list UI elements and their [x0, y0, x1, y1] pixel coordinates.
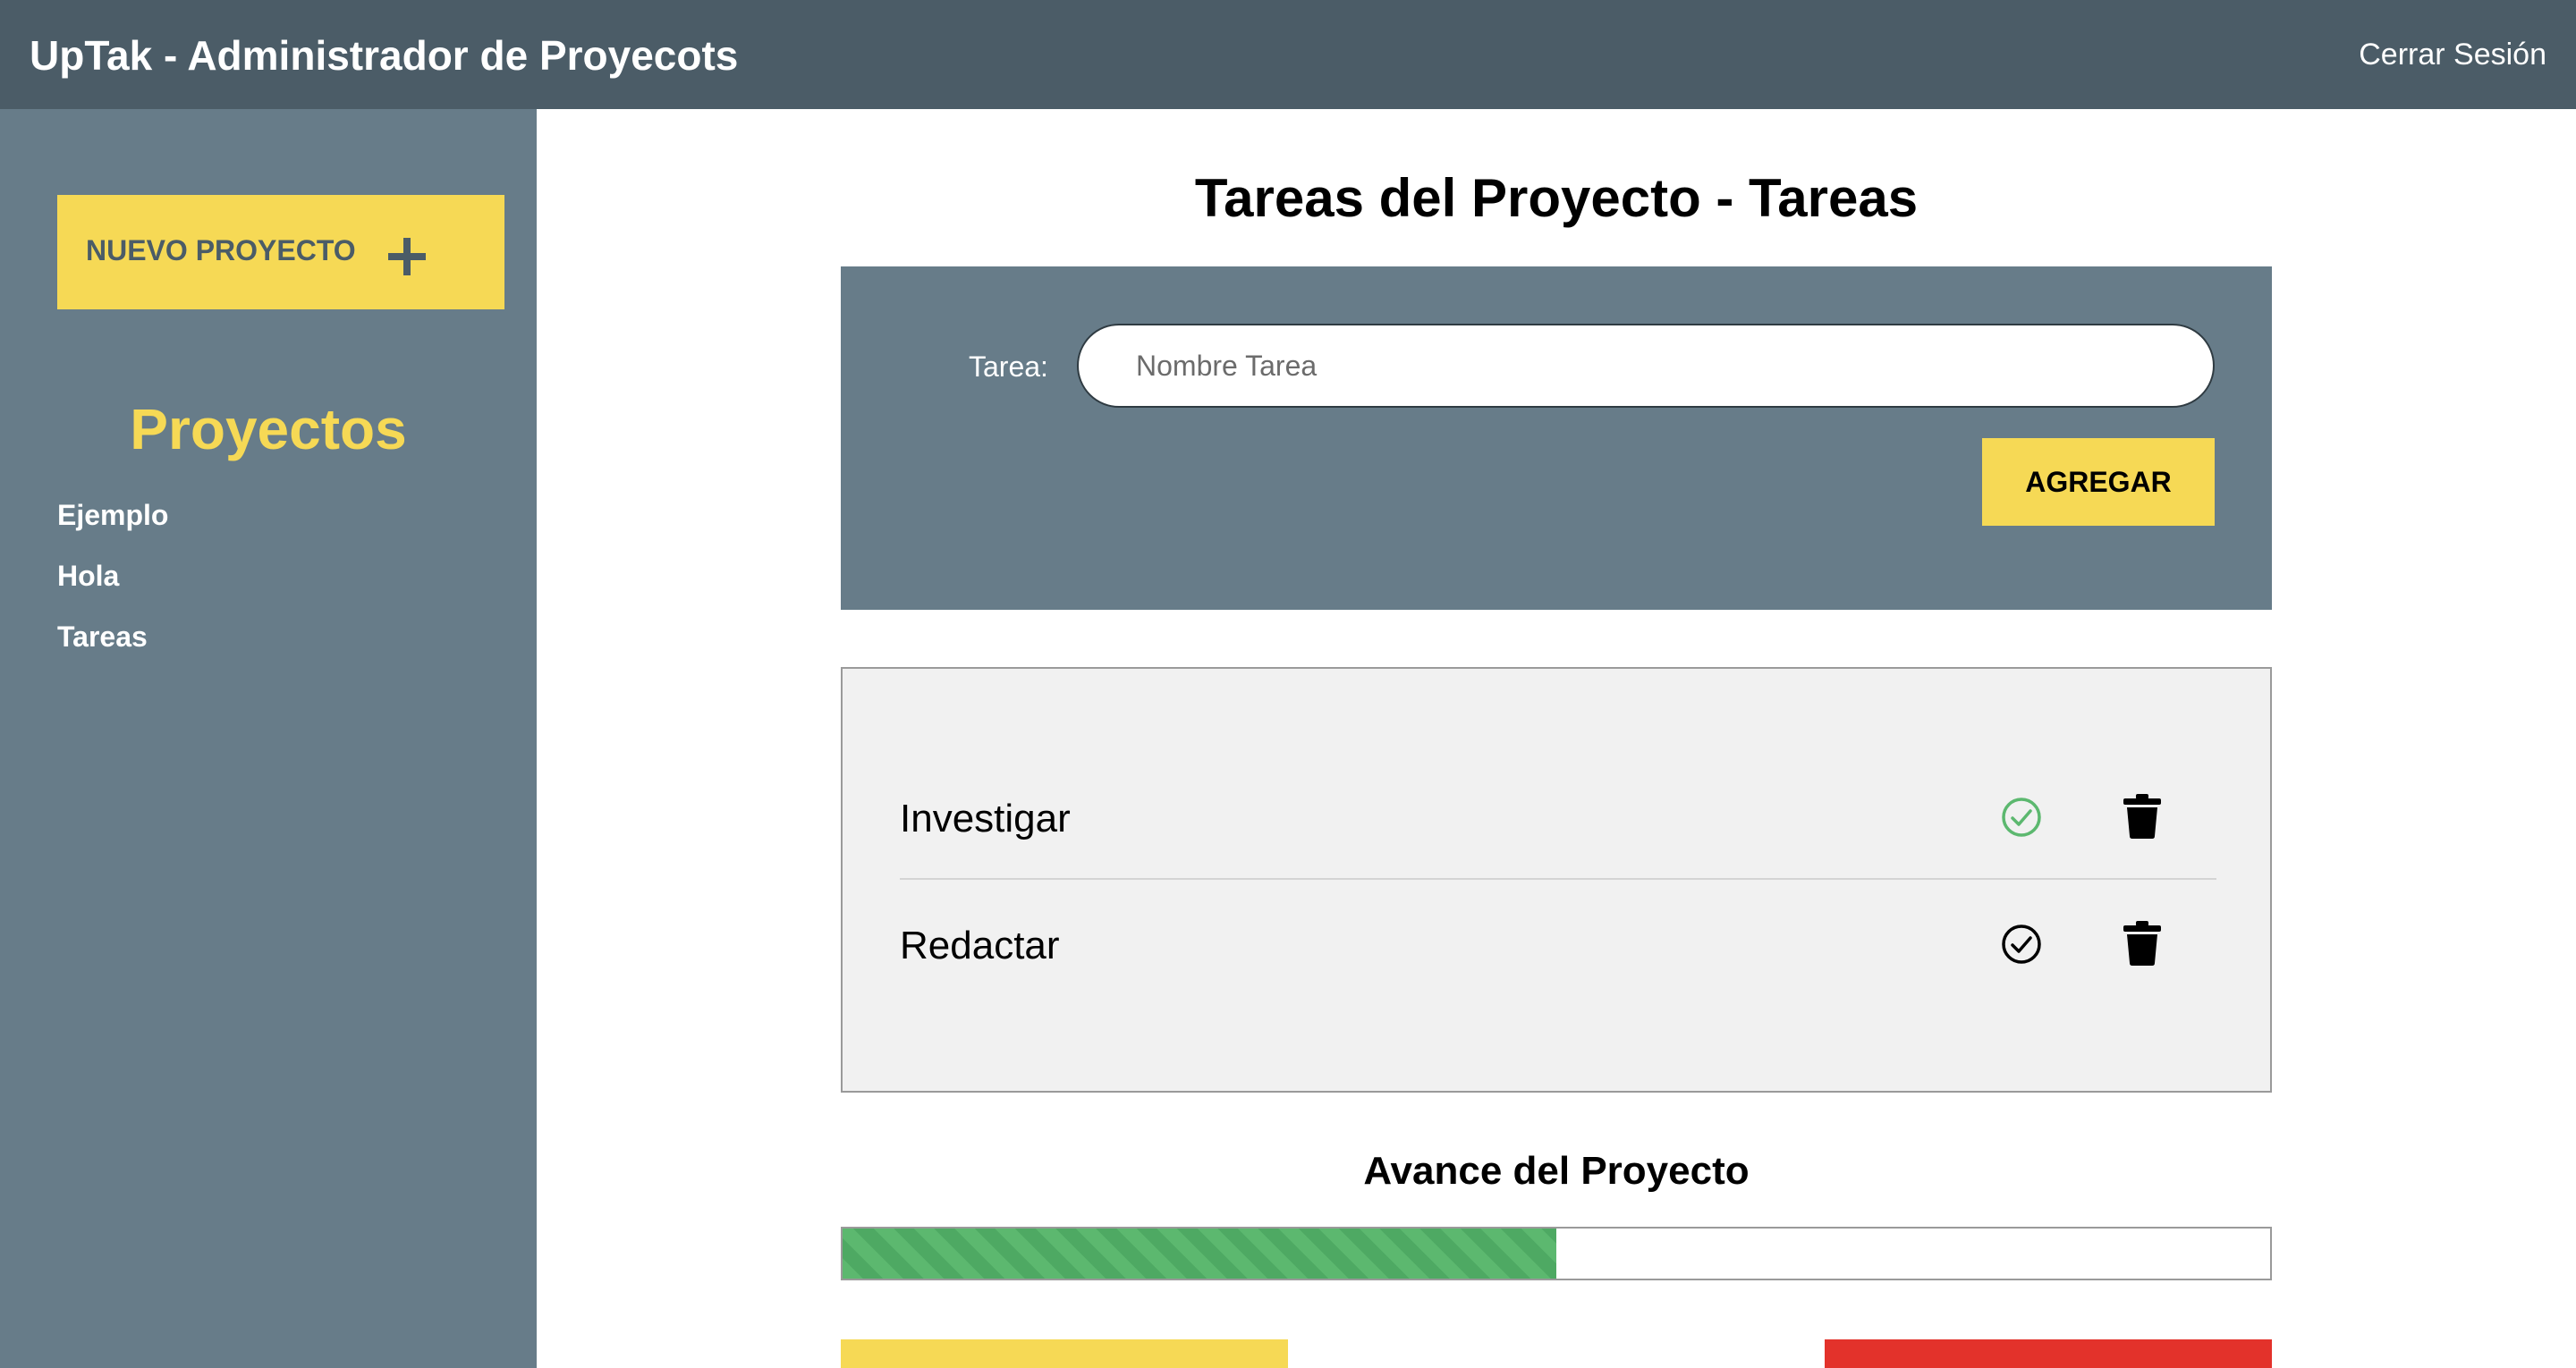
trash-icon[interactable] [2123, 921, 2161, 966]
sidebar-item-tareas[interactable]: Tareas [57, 619, 168, 680]
trash-icon[interactable] [2123, 794, 2161, 839]
bottom-red-button[interactable] [1825, 1339, 2272, 1368]
list-item: Investigar [900, 755, 2216, 880]
project-list: Ejemplo Hola Tareas [57, 497, 168, 680]
app-title: UpTak - Administrador de Proyecots [30, 32, 739, 79]
task-name-input[interactable] [1077, 324, 2215, 408]
add-task-button[interactable]: AGREGAR [1982, 438, 2215, 526]
new-project-label: NUEVO PROYECTO [86, 234, 356, 266]
sidebar: NUEVO PROYECTO Proyectos Ejemplo Hola Ta… [0, 109, 537, 1368]
task-list: Investigar Redactar [841, 667, 2272, 1093]
list-item: Redactar [900, 882, 2216, 1007]
plus-icon [388, 238, 426, 275]
check-circle-icon[interactable] [2000, 923, 2043, 966]
task-name: Investigar [900, 797, 1071, 840]
check-circle-icon[interactable] [2000, 796, 2043, 839]
page-title: Tareas del Proyecto - Tareas [1194, 168, 1919, 228]
task-label: Tarea: [969, 350, 1048, 383]
projects-heading: Proyectos [130, 397, 407, 461]
logout-link[interactable]: Cerrar Sesión [2359, 34, 2546, 75]
progress-bar [841, 1227, 2272, 1280]
top-bar: UpTak - Administrador de Proyecots Cerra… [0, 0, 2576, 109]
progress-title: Avance del Proyecto [1363, 1149, 1750, 1193]
bottom-yellow-button[interactable] [841, 1339, 1288, 1368]
progress-bar-fill [843, 1229, 1556, 1279]
task-name: Redactar [900, 924, 1060, 967]
sidebar-item-hola[interactable]: Hola [57, 558, 168, 619]
task-form: Tarea: AGREGAR [841, 266, 2272, 610]
sidebar-item-ejemplo[interactable]: Ejemplo [57, 497, 168, 558]
new-project-button[interactable]: NUEVO PROYECTO [57, 195, 504, 309]
